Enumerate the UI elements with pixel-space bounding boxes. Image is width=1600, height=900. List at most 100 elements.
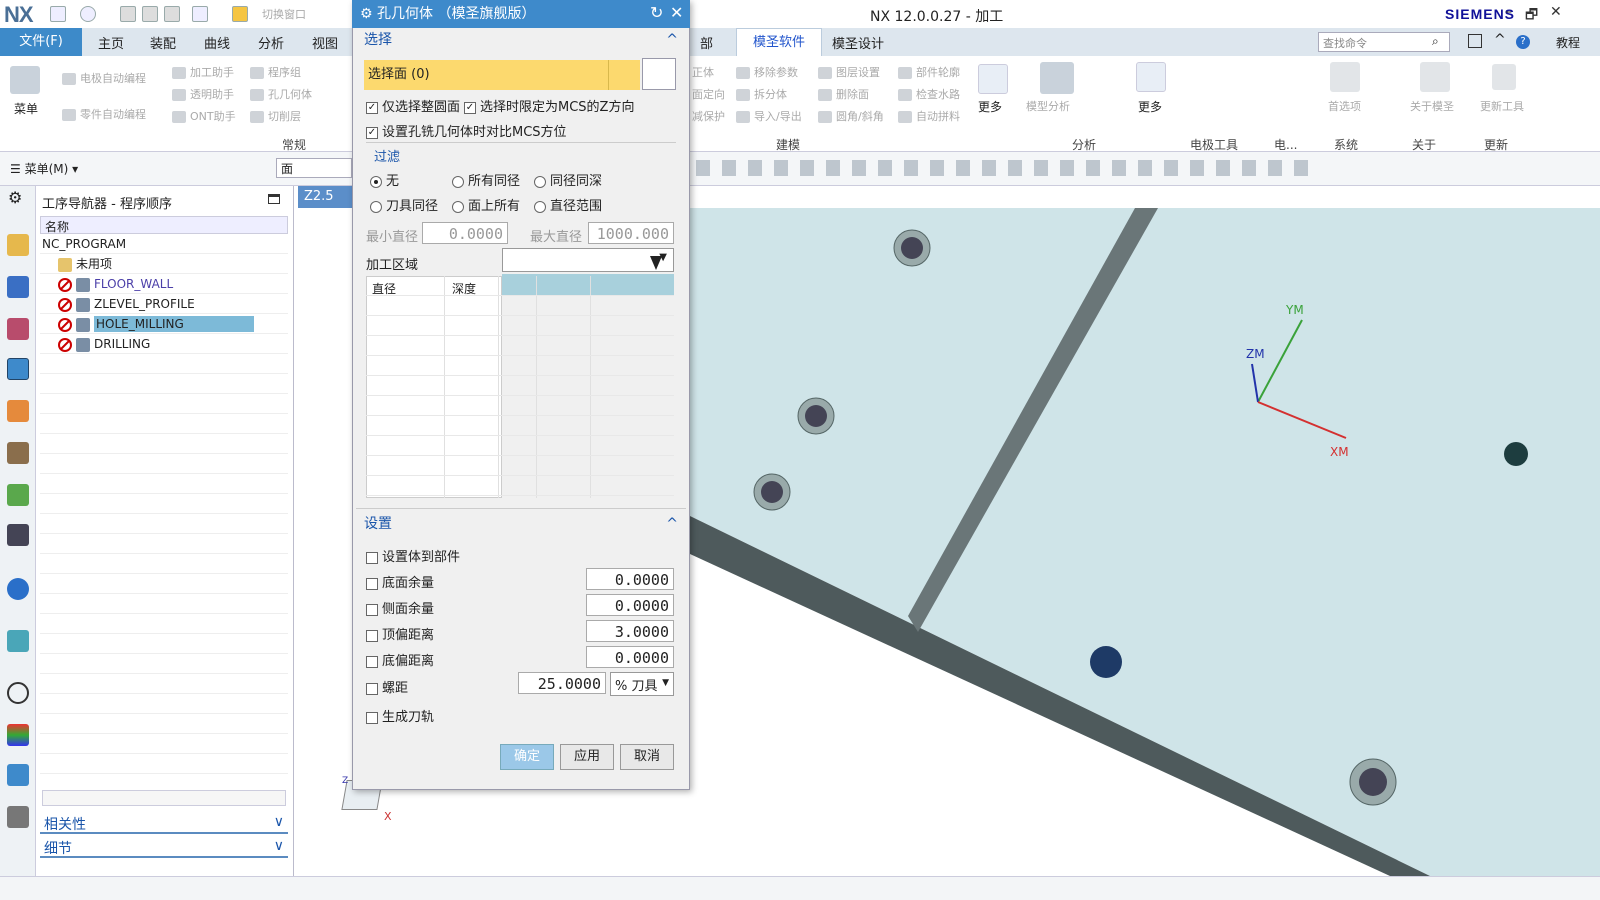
- graphics-window-tab[interactable]: Z2.5: [298, 186, 354, 208]
- history-icon[interactable]: [7, 630, 29, 652]
- ribbon-model-analysis[interactable]: 模型分析: [1026, 98, 1070, 114]
- file-menu[interactable]: 文件(F): [0, 28, 82, 56]
- opt-wall-stock[interactable]: 侧面余量: [366, 598, 434, 617]
- constraint-navigator-icon[interactable]: [7, 276, 29, 298]
- search-icon[interactable]: ⌕: [1432, 34, 1439, 49]
- opt-pitch[interactable]: 螺距: [366, 677, 408, 696]
- tree-root[interactable]: NC_PROGRAM: [40, 234, 288, 254]
- tab-assembly[interactable]: 装配: [140, 31, 186, 54]
- ribbon-ont-helper[interactable]: ONT助手: [172, 108, 236, 124]
- ribbon-machining-helper[interactable]: 加工助手: [172, 64, 234, 80]
- repeat-icon[interactable]: [192, 6, 208, 22]
- tab-partial[interactable]: 部: [690, 31, 723, 54]
- collapse-icon[interactable]: ^: [666, 512, 678, 536]
- operation-navigator-icon[interactable]: [7, 358, 29, 380]
- select-face-field[interactable]: 选择面 (0): [364, 60, 608, 90]
- opt-top-offset[interactable]: 顶偏距离: [366, 624, 434, 643]
- ribbon-delete-face[interactable]: 删除面: [818, 86, 869, 102]
- radio-tool-dia[interactable]: 刀具同径: [370, 195, 438, 214]
- preferences-icon[interactable]: [1330, 62, 1360, 92]
- more-button-model[interactable]: 更多: [978, 98, 1002, 115]
- library-icon[interactable]: [7, 484, 29, 506]
- tree-item-drilling[interactable]: DRILLING: [40, 334, 288, 354]
- part-navigator-icon[interactable]: [7, 318, 29, 340]
- cut-icon[interactable]: [120, 6, 136, 22]
- tab-view[interactable]: 视图: [302, 31, 348, 54]
- tree-item-hole-milling[interactable]: HOLE_MILLING: [40, 314, 288, 334]
- chevron-up-icon[interactable]: ^: [1494, 32, 1506, 48]
- command-search-input[interactable]: 查找命令: [1318, 32, 1450, 52]
- undo-icon[interactable]: [80, 6, 96, 22]
- ribbon-update-tools[interactable]: 更新工具: [1480, 98, 1524, 114]
- opt-mcs-z[interactable]: ✓ 选择时限定为MCS的Z方向: [464, 96, 634, 115]
- update-arrow-icon[interactable]: [1492, 64, 1516, 90]
- apply-button[interactable]: 应用: [560, 744, 614, 770]
- switch-window-button[interactable]: 切换窗口: [262, 6, 306, 22]
- assembly-navigator-icon[interactable]: [7, 234, 29, 256]
- tab-mosheng-software[interactable]: 模圣软件: [736, 28, 822, 56]
- opt-bottom-offset[interactable]: 底偏距离: [366, 650, 434, 669]
- system-material-icon[interactable]: [7, 764, 29, 786]
- dialog-close-icon[interactable]: ✕: [670, 3, 683, 22]
- ribbon-body[interactable]: 正体: [692, 64, 714, 80]
- tab-mosheng-design[interactable]: 模圣设计: [822, 31, 894, 54]
- radio-none[interactable]: 无: [370, 170, 399, 189]
- radio-dia-range[interactable]: 直径范围: [534, 195, 602, 214]
- opt-set-body[interactable]: 设置体到部件: [366, 546, 460, 565]
- floor-stock-input[interactable]: 0.0000: [586, 568, 674, 590]
- settings-icon[interactable]: ⚙: [8, 188, 22, 207]
- opt-compare-mcs[interactable]: ✓ 设置孔铣几何体时对比MCS方位: [366, 121, 567, 140]
- tree-item-unused[interactable]: 未用项: [40, 254, 288, 274]
- copy-icon[interactable]: [142, 6, 158, 22]
- cancel-button[interactable]: 取消: [620, 744, 674, 770]
- ribbon-about[interactable]: 关于模圣: [1410, 98, 1454, 114]
- select-face-icon[interactable]: [608, 60, 640, 90]
- model-analysis-icon[interactable]: [1040, 62, 1074, 94]
- opt-full-circle[interactable]: ✓ 仅选择整圆面: [366, 96, 460, 115]
- opt-generate-path[interactable]: 生成刀轨: [366, 706, 434, 725]
- wall-stock-input[interactable]: 0.0000: [586, 594, 674, 616]
- column-name-header[interactable]: 名称: [40, 216, 288, 234]
- radio-all-on-face[interactable]: 面上所有: [452, 195, 520, 214]
- ribbon-fillet-chamfer[interactable]: 圆角/斜角: [818, 108, 884, 124]
- max-dia-input[interactable]: 1000.000: [588, 222, 674, 244]
- help-icon[interactable]: ?: [1516, 35, 1530, 49]
- radio-same-dia-depth[interactable]: 同径同深: [534, 170, 602, 189]
- more-icon[interactable]: [978, 64, 1008, 94]
- section-select[interactable]: 选择 ^: [356, 28, 686, 52]
- menu-dropdown[interactable]: ☰ 菜单(M) ▾: [10, 160, 78, 177]
- window-icon[interactable]: [1468, 34, 1482, 48]
- save-icon[interactable]: [50, 6, 66, 22]
- section-details[interactable]: 细节 ∨: [40, 836, 288, 858]
- radio-same-dia[interactable]: 所有同径: [452, 170, 520, 189]
- close-button[interactable]: ✕: [1550, 4, 1562, 20]
- section-settings[interactable]: 设置 ^: [356, 512, 686, 536]
- collapse-icon[interactable]: ^: [666, 28, 678, 52]
- brush-icon[interactable]: [642, 58, 676, 90]
- ribbon-remove-params[interactable]: 移除参数: [736, 64, 798, 80]
- machine-navigator-icon[interactable]: [7, 400, 29, 422]
- tab-analysis[interactable]: 分析: [248, 31, 294, 54]
- ribbon-check-waterline[interactable]: 检查水路: [898, 86, 960, 102]
- ribbon-part-auto[interactable]: 零件自动编程: [62, 106, 146, 122]
- ribbon-protect[interactable]: 减保护: [692, 108, 725, 124]
- col-depth[interactable]: 深度: [452, 280, 476, 297]
- bottom-offset-input[interactable]: 0.0000: [586, 646, 674, 668]
- touch-mode-icon[interactable]: [232, 6, 248, 22]
- menu-icon[interactable]: [10, 66, 40, 94]
- maximize-icon[interactable]: [268, 194, 280, 204]
- type-filter-select[interactable]: 面: [276, 158, 352, 178]
- robot-icon[interactable]: [7, 806, 29, 828]
- more-button-analysis[interactable]: 更多: [1138, 98, 1162, 115]
- info-icon[interactable]: [7, 578, 29, 600]
- region-dropdown[interactable]: ▼: [502, 248, 674, 272]
- ok-button[interactable]: 确定: [500, 744, 554, 770]
- eye-icon[interactable]: [7, 524, 29, 546]
- horizontal-scrollbar[interactable]: [42, 790, 286, 806]
- snap-toolbar-icons[interactable]: [696, 160, 1316, 176]
- restore-button[interactable]: 🗗: [1525, 4, 1538, 28]
- ribbon-auto-stock[interactable]: 自动拼料: [898, 108, 960, 124]
- tutorial-button[interactable]: 教程: [1556, 34, 1580, 51]
- ribbon-layer-settings[interactable]: 图层设置: [818, 64, 880, 80]
- ribbon-preferences[interactable]: 首选项: [1328, 98, 1361, 114]
